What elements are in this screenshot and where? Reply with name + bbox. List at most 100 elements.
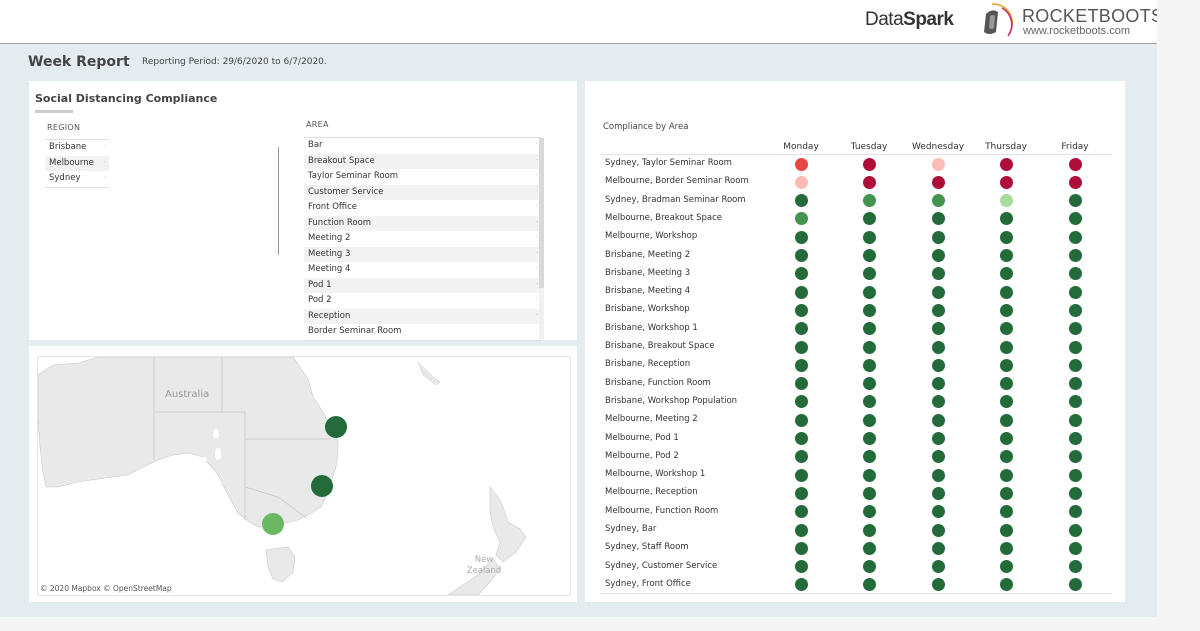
compliance-dot[interactable] (1068, 303, 1082, 317)
map-marker-melbourne[interactable] (262, 513, 284, 535)
compliance-dot[interactable] (1068, 468, 1082, 482)
compliance-dot[interactable] (794, 377, 808, 391)
compliance-dot[interactable] (1068, 505, 1082, 519)
compliance-dot[interactable] (794, 358, 808, 372)
compliance-dot[interactable] (862, 285, 876, 299)
compliance-dot[interactable] (1068, 194, 1082, 208)
compliance-dot[interactable] (794, 486, 808, 500)
compliance-dot[interactable] (862, 560, 876, 574)
compliance-dot[interactable] (794, 285, 808, 299)
compliance-dot[interactable] (931, 194, 945, 208)
compliance-dot[interactable] (862, 212, 876, 226)
compliance-dot[interactable] (931, 523, 945, 537)
compliance-dot[interactable] (862, 523, 876, 537)
area-scrollbar-thumb[interactable] (539, 138, 544, 288)
compliance-dot[interactable] (999, 541, 1013, 555)
compliance-dot[interactable] (862, 303, 876, 317)
compliance-dot[interactable] (931, 285, 945, 299)
compliance-dot[interactable] (1068, 267, 1082, 281)
compliance-dot[interactable] (794, 249, 808, 262)
compliance-dot[interactable] (931, 230, 945, 244)
area-filter-item[interactable]: Front Office (304, 197, 541, 216)
area-filter-item[interactable]: Bar (304, 135, 541, 154)
map-credit[interactable]: © 2020 Mapbox © OpenStreetMap (40, 584, 172, 593)
compliance-dot[interactable] (794, 230, 808, 244)
compliance-dot[interactable] (931, 249, 945, 262)
map-marker-sydney[interactable] (311, 475, 333, 497)
compliance-dot[interactable] (1068, 523, 1082, 537)
compliance-dot[interactable] (862, 377, 876, 391)
compliance-dot[interactable] (794, 175, 808, 189)
compliance-dot[interactable] (862, 322, 876, 336)
compliance-dot[interactable] (794, 267, 808, 281)
area-filter-item[interactable]: Customer Service (304, 182, 541, 200)
compliance-dot[interactable] (1068, 212, 1082, 226)
compliance-dot[interactable] (1068, 486, 1082, 500)
compliance-dot[interactable] (862, 175, 876, 189)
compliance-dot[interactable] (999, 505, 1013, 519)
compliance-dot[interactable] (862, 541, 876, 555)
compliance-dot[interactable] (999, 450, 1013, 464)
compliance-dot[interactable] (1068, 340, 1082, 354)
compliance-dot[interactable] (862, 486, 876, 500)
compliance-dot[interactable] (999, 432, 1013, 445)
map-marker-brisbane[interactable] (325, 416, 347, 438)
compliance-dot[interactable] (931, 468, 945, 482)
compliance-dot[interactable] (794, 395, 808, 409)
compliance-dot[interactable] (999, 377, 1013, 391)
compliance-dot[interactable] (999, 486, 1013, 500)
compliance-dot[interactable] (999, 212, 1013, 226)
compliance-dot[interactable] (999, 560, 1013, 574)
compliance-dot[interactable] (794, 468, 808, 482)
compliance-dot[interactable] (794, 523, 808, 537)
compliance-dot[interactable] (999, 175, 1013, 189)
compliance-dot[interactable] (1068, 413, 1082, 427)
compliance-dot[interactable] (1068, 285, 1082, 299)
compliance-dot[interactable] (931, 560, 945, 574)
map[interactable]: Australia New Zealand © 2020 Mapbox © Ope… (37, 356, 571, 596)
compliance-dot[interactable] (999, 358, 1013, 372)
compliance-dot[interactable] (1068, 450, 1082, 464)
compliance-dot[interactable] (931, 578, 945, 592)
compliance-dot[interactable] (931, 340, 945, 354)
compliance-dot[interactable] (999, 395, 1013, 409)
compliance-dot[interactable] (794, 432, 808, 445)
compliance-dot[interactable] (794, 560, 808, 574)
compliance-dot[interactable] (794, 413, 808, 427)
compliance-dot[interactable] (1068, 230, 1082, 244)
compliance-dot[interactable] (1068, 322, 1082, 336)
compliance-dot[interactable] (999, 267, 1013, 281)
compliance-dot[interactable] (1068, 157, 1082, 171)
compliance-dot[interactable] (931, 303, 945, 317)
compliance-dot[interactable] (794, 505, 808, 519)
area-filter-item[interactable]: Pod 1 (304, 275, 541, 293)
area-filter-item[interactable]: Meeting 2 (304, 228, 541, 247)
compliance-dot[interactable] (931, 413, 945, 427)
compliance-dot[interactable] (794, 340, 808, 354)
compliance-dot[interactable] (931, 358, 945, 372)
compliance-dot[interactable] (999, 194, 1013, 208)
compliance-dot[interactable] (862, 450, 876, 464)
compliance-dot[interactable] (794, 157, 808, 171)
compliance-dot[interactable] (999, 468, 1013, 482)
compliance-dot[interactable] (931, 377, 945, 391)
area-filter-item[interactable]: Breakout Space (304, 151, 541, 169)
compliance-dot[interactable] (794, 322, 808, 336)
compliance-dot[interactable] (794, 194, 808, 208)
area-filter-item[interactable]: Meeting 4 (304, 259, 541, 278)
area-filter-item[interactable]: Border Seminar Room (304, 321, 541, 340)
area-filter-item[interactable]: Pod 2 (304, 290, 541, 309)
compliance-dot[interactable] (862, 432, 876, 445)
compliance-dot[interactable] (1068, 578, 1082, 592)
compliance-dot[interactable] (999, 340, 1013, 354)
compliance-dot[interactable] (999, 303, 1013, 317)
compliance-dot[interactable] (999, 249, 1013, 262)
compliance-dot[interactable] (999, 285, 1013, 299)
compliance-dot[interactable] (794, 212, 808, 226)
compliance-dot[interactable] (931, 212, 945, 226)
compliance-dot[interactable] (862, 340, 876, 354)
compliance-dot[interactable] (931, 157, 945, 171)
compliance-dot[interactable] (794, 303, 808, 317)
area-filter-item[interactable]: Meeting 3 (304, 244, 541, 262)
compliance-dot[interactable] (794, 578, 808, 592)
